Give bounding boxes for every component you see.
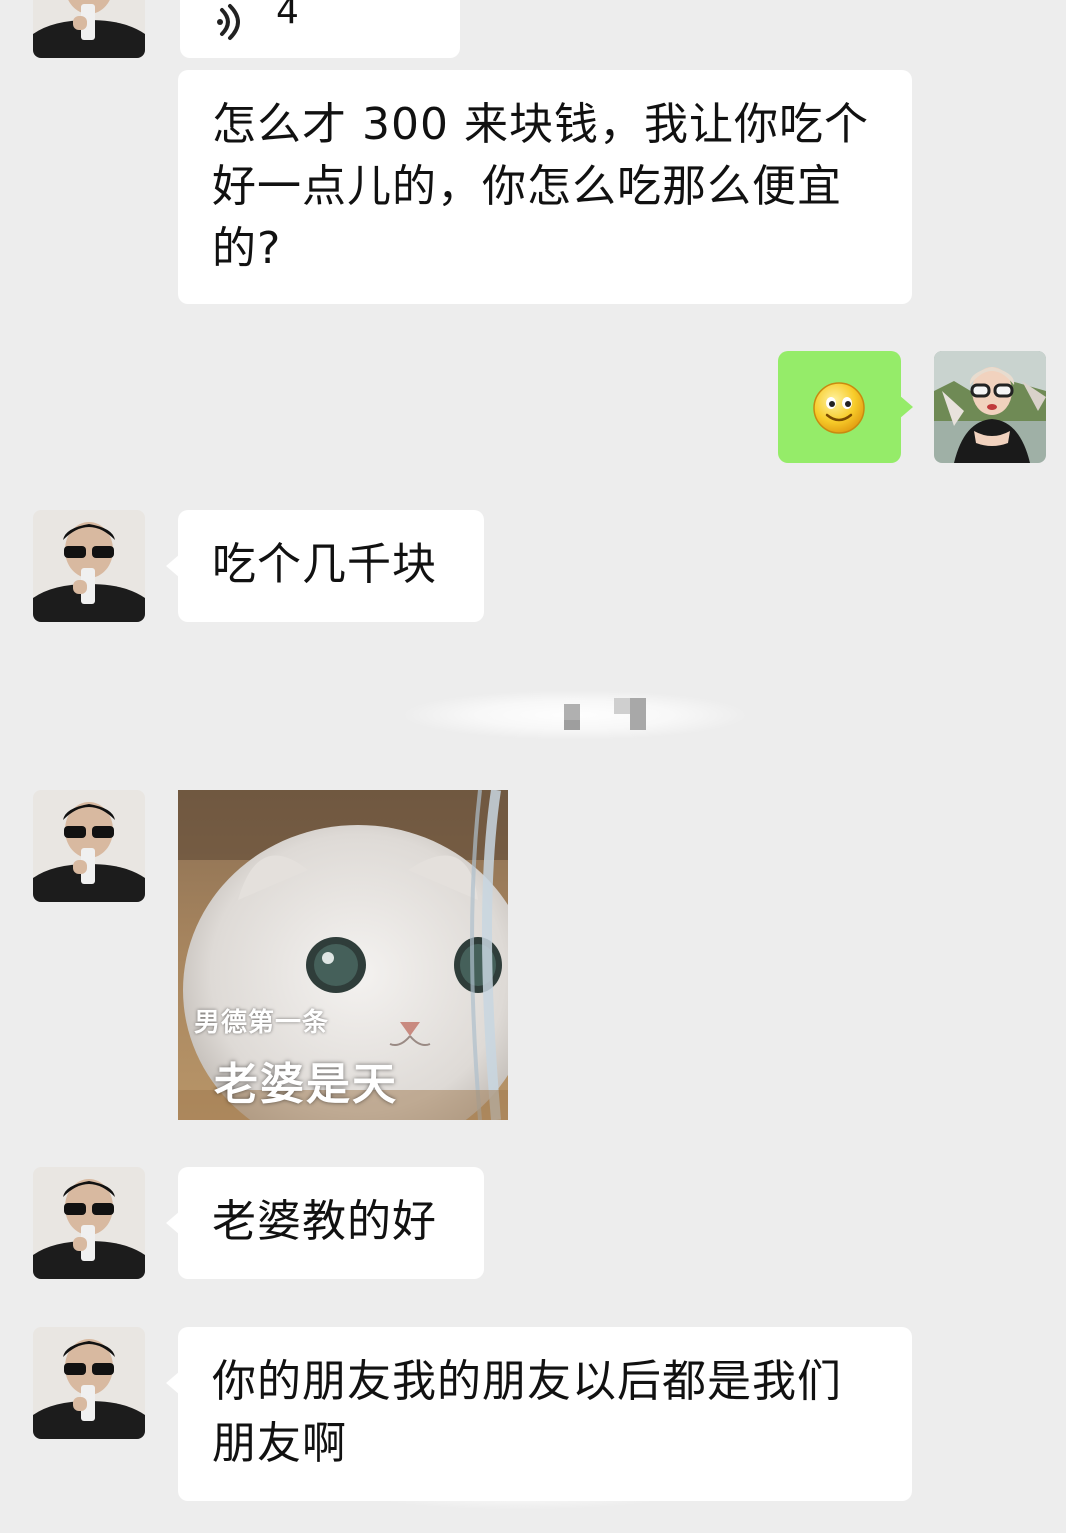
sticker-caption-small: 男德第一条 xyxy=(194,1008,330,1038)
self-avatar[interactable] xyxy=(934,351,1046,463)
self-message-bubble[interactable] xyxy=(778,351,913,463)
contact-avatar-image xyxy=(33,510,145,622)
chat-window: 4 怎么才 300 来块钱，我让你吃个好一点儿的，你怎么吃那么便宜的? 吃个几千… xyxy=(0,0,1066,1533)
contact-avatar[interactable] xyxy=(33,510,145,622)
redaction-blur xyxy=(350,1470,690,1510)
smile-emoji-icon xyxy=(813,382,865,434)
redaction-pixel xyxy=(564,720,580,730)
cat-sticker-message[interactable]: 男德第一条 老婆是天 xyxy=(178,790,508,1120)
system-notice-redacted xyxy=(400,690,750,740)
redaction-pixel xyxy=(630,698,646,730)
sticker-caption-large: 老婆是天 xyxy=(214,1059,398,1110)
message-bubble[interactable]: 吃个几千块 xyxy=(166,510,484,622)
voice-message-bubble[interactable]: 4 xyxy=(180,0,460,58)
redaction-pixel xyxy=(564,704,580,720)
voice-wave-icon xyxy=(217,4,240,40)
contact-avatar-image xyxy=(33,1167,145,1279)
contact-avatar-image xyxy=(33,1327,145,1439)
message-text: 吃个几千块 xyxy=(212,539,437,590)
contact-avatar-image xyxy=(33,790,145,902)
message-text: 你的朋友我的朋友以后都是我们朋友啊 xyxy=(212,1356,842,1469)
voice-duration: 4 xyxy=(276,0,299,32)
contact-avatar[interactable] xyxy=(33,0,145,58)
self-avatar-image xyxy=(934,351,1046,463)
redaction-pixel xyxy=(614,698,630,714)
contact-avatar[interactable] xyxy=(33,790,145,902)
message-bubble[interactable]: 老婆教的好 xyxy=(166,1167,484,1279)
message-text: 怎么才 300 来块钱，我让你吃个好一点儿的，你怎么吃那么便宜的? xyxy=(212,99,869,274)
contact-avatar-image xyxy=(33,0,145,58)
contact-avatar[interactable] xyxy=(33,1167,145,1279)
message-text: 老婆教的好 xyxy=(212,1196,437,1247)
contact-avatar[interactable] xyxy=(33,1327,145,1439)
message-bubble[interactable]: 怎么才 300 来块钱，我让你吃个好一点儿的，你怎么吃那么便宜的? xyxy=(178,70,912,304)
